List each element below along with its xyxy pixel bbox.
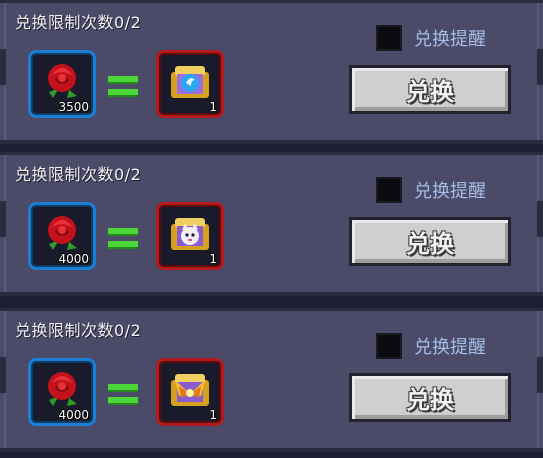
exchange-limit-text: 兑换限制次数0/2: [15, 321, 142, 340]
rose-icon: [48, 64, 77, 98]
panel-notch: [537, 201, 543, 237]
remind-checkbox[interactable]: [376, 177, 402, 203]
rose-icon: [48, 216, 77, 250]
reward-amount: 1: [209, 408, 217, 422]
equals-icon: [108, 76, 138, 96]
exchange-limit-text: 兑换限制次数0/2: [15, 165, 142, 184]
remind-toggle[interactable]: 兑换提醒: [376, 332, 486, 360]
remind-toggle[interactable]: 兑换提醒: [376, 176, 486, 204]
reward-item-slot[interactable]: 1: [156, 358, 224, 426]
cost-amount: 4000: [58, 408, 89, 422]
winged-chest-icon: [171, 374, 209, 406]
exchange-button[interactable]: 兑换: [349, 373, 511, 422]
remind-label: 兑换提醒: [414, 181, 486, 202]
cost-amount: 4000: [58, 252, 89, 266]
panel-notch: [537, 357, 543, 393]
offer-panel: 兑换限制次数0/2 4000 1 兑换提醒 兑换: [0, 152, 543, 296]
panel-notch: [0, 201, 6, 237]
equals-icon: [108, 384, 138, 404]
remind-toggle[interactable]: 兑换提醒: [376, 24, 486, 52]
panel-notch: [0, 357, 6, 393]
cost-amount: 3500: [58, 100, 89, 114]
exchange-button[interactable]: 兑换: [349, 217, 511, 266]
offer-panel: 兑换限制次数0/2 3500 1 兑换提醒 兑换: [0, 0, 543, 144]
reward-item-slot[interactable]: 1: [156, 50, 224, 118]
pet-chest-icon: [171, 218, 209, 250]
remind-checkbox[interactable]: [376, 25, 402, 51]
panel-notch: [0, 49, 6, 85]
offer-panel: 兑换限制次数0/2 4000 1 兑换提醒 兑换: [0, 308, 543, 452]
rose-icon: [48, 372, 77, 406]
remind-label: 兑换提醒: [414, 29, 486, 50]
exchange-button[interactable]: 兑换: [349, 65, 511, 114]
remind-label: 兑换提醒: [414, 337, 486, 358]
exchange-limit-text: 兑换限制次数0/2: [15, 13, 142, 32]
cost-item-slot[interactable]: 4000: [28, 202, 96, 270]
reward-item-slot[interactable]: 1: [156, 202, 224, 270]
reward-amount: 1: [209, 252, 217, 266]
blue-crystal-chest-icon: [171, 66, 209, 98]
cost-item-slot[interactable]: 4000: [28, 358, 96, 426]
cost-item-slot[interactable]: 3500: [28, 50, 96, 118]
equals-icon: [108, 228, 138, 248]
panel-notch: [537, 49, 543, 85]
reward-amount: 1: [209, 100, 217, 114]
remind-checkbox[interactable]: [376, 333, 402, 359]
